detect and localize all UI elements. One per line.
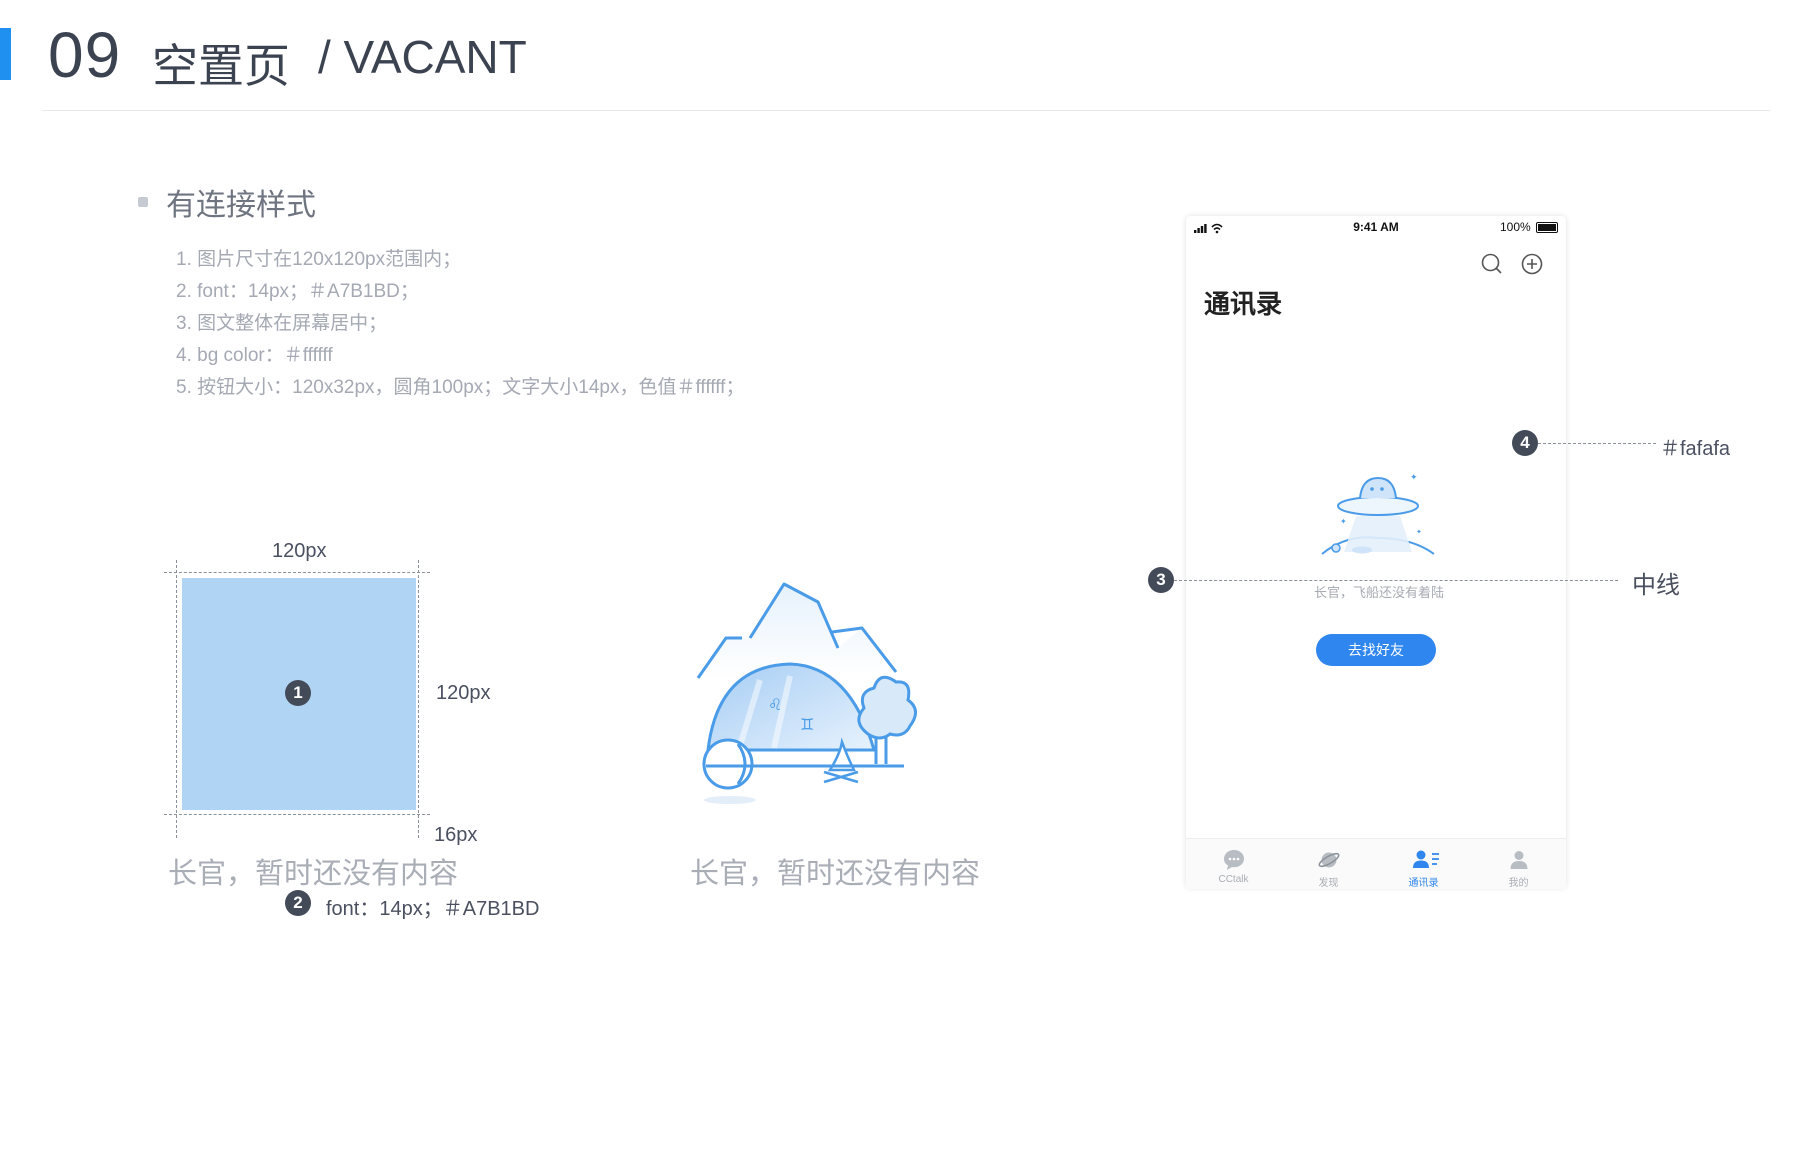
bg-color-label: ＃fafafa: [1660, 438, 1731, 460]
search-icon[interactable]: [1480, 252, 1504, 276]
spec-empty-text: 长官，暂时还没有内容: [168, 858, 459, 890]
svg-text:✦: ✦: [1410, 473, 1418, 483]
marker-2: 2: [285, 890, 311, 916]
rule-item: 3. 图文整体在屏幕居中；: [176, 313, 388, 334]
rule-item: 1. 图片尺寸在120x120px范围内；: [176, 249, 462, 270]
header-accent-bar: [0, 28, 11, 80]
rule-item: 2. font：14px；＃A7B1BD；: [176, 281, 419, 302]
tab-discover[interactable]: 发现: [1281, 839, 1376, 889]
rule-item: 5. 按钮大小：120x32px，圆角100px；文字大小14px，色值＃fff…: [176, 377, 745, 398]
signal-wifi-icon: [1194, 223, 1223, 234]
rule-item: 4. bg color：＃ffffff: [176, 345, 333, 366]
status-time: 9:41 AM: [1353, 220, 1399, 234]
marker-3: 3: [1148, 567, 1174, 593]
section-title: 有连接样式: [166, 189, 316, 222]
width-dimension: 120px: [272, 540, 327, 562]
tab-label: 发现: [1318, 878, 1339, 889]
svg-text:✦: ✦: [1340, 517, 1347, 526]
midline-label: 中线: [1632, 572, 1680, 599]
chat-icon: [1224, 850, 1244, 870]
planet-icon: [1318, 852, 1340, 868]
phone-empty-text: 长官，飞船还没有着陆: [1313, 585, 1444, 600]
section-bullet: [138, 197, 148, 207]
add-circle-icon[interactable]: [1520, 252, 1544, 276]
bottom-guide-line: [164, 814, 430, 815]
gap-dimension: 16px: [434, 824, 478, 846]
top-guide-line: [164, 572, 430, 573]
left-guide-line: [176, 560, 177, 838]
marker-1: 1: [285, 680, 311, 706]
bg-annotation-line: [1538, 443, 1656, 444]
marker-4: 4: [1512, 430, 1538, 456]
tab-contacts[interactable]: 通讯录: [1376, 839, 1471, 889]
header-divider: [42, 110, 1770, 111]
tab-label: 我的: [1508, 878, 1529, 889]
profile-icon: [1510, 851, 1528, 869]
section-number: 09: [48, 19, 122, 91]
contacts-icon: [1413, 850, 1439, 868]
tab-label: CCtalk: [1218, 874, 1249, 885]
find-friends-button[interactable]: 去找好友: [1316, 634, 1436, 666]
ufo-illustration: ✦ ✦ ✦: [1321, 473, 1435, 555]
svg-text:♊: ♊: [800, 715, 814, 734]
tab-label: 通讯录: [1408, 878, 1439, 889]
font-note: font：14px；＃A7B1BD: [326, 898, 540, 920]
status-battery-text: 100%: [1500, 220, 1531, 234]
tab-bar: CCtalk 发现 通讯录 我的: [1186, 838, 1566, 889]
page-subtitle: / VACANT: [318, 31, 527, 83]
height-dimension: 120px: [436, 682, 491, 704]
phone-page-title: 通讯录: [1204, 289, 1283, 319]
camping-illustration: ♌ ♊: [696, 582, 917, 804]
right-guide-line: [418, 560, 419, 838]
tab-cctalk[interactable]: CCtalk: [1186, 839, 1281, 889]
rules-list: 1. 图片尺寸在120x120px范围内； 2. font：14px；＃A7B1…: [176, 244, 744, 404]
page-title: 空置页: [152, 40, 290, 92]
battery-icon: [1536, 222, 1558, 233]
svg-text:✦: ✦: [1416, 528, 1422, 536]
midline-annotation-line: [1174, 580, 1618, 581]
illustration-empty-text: 长官，暂时还没有内容: [690, 858, 981, 890]
tab-profile[interactable]: 我的: [1471, 839, 1566, 889]
svg-text:♌: ♌: [768, 695, 782, 714]
